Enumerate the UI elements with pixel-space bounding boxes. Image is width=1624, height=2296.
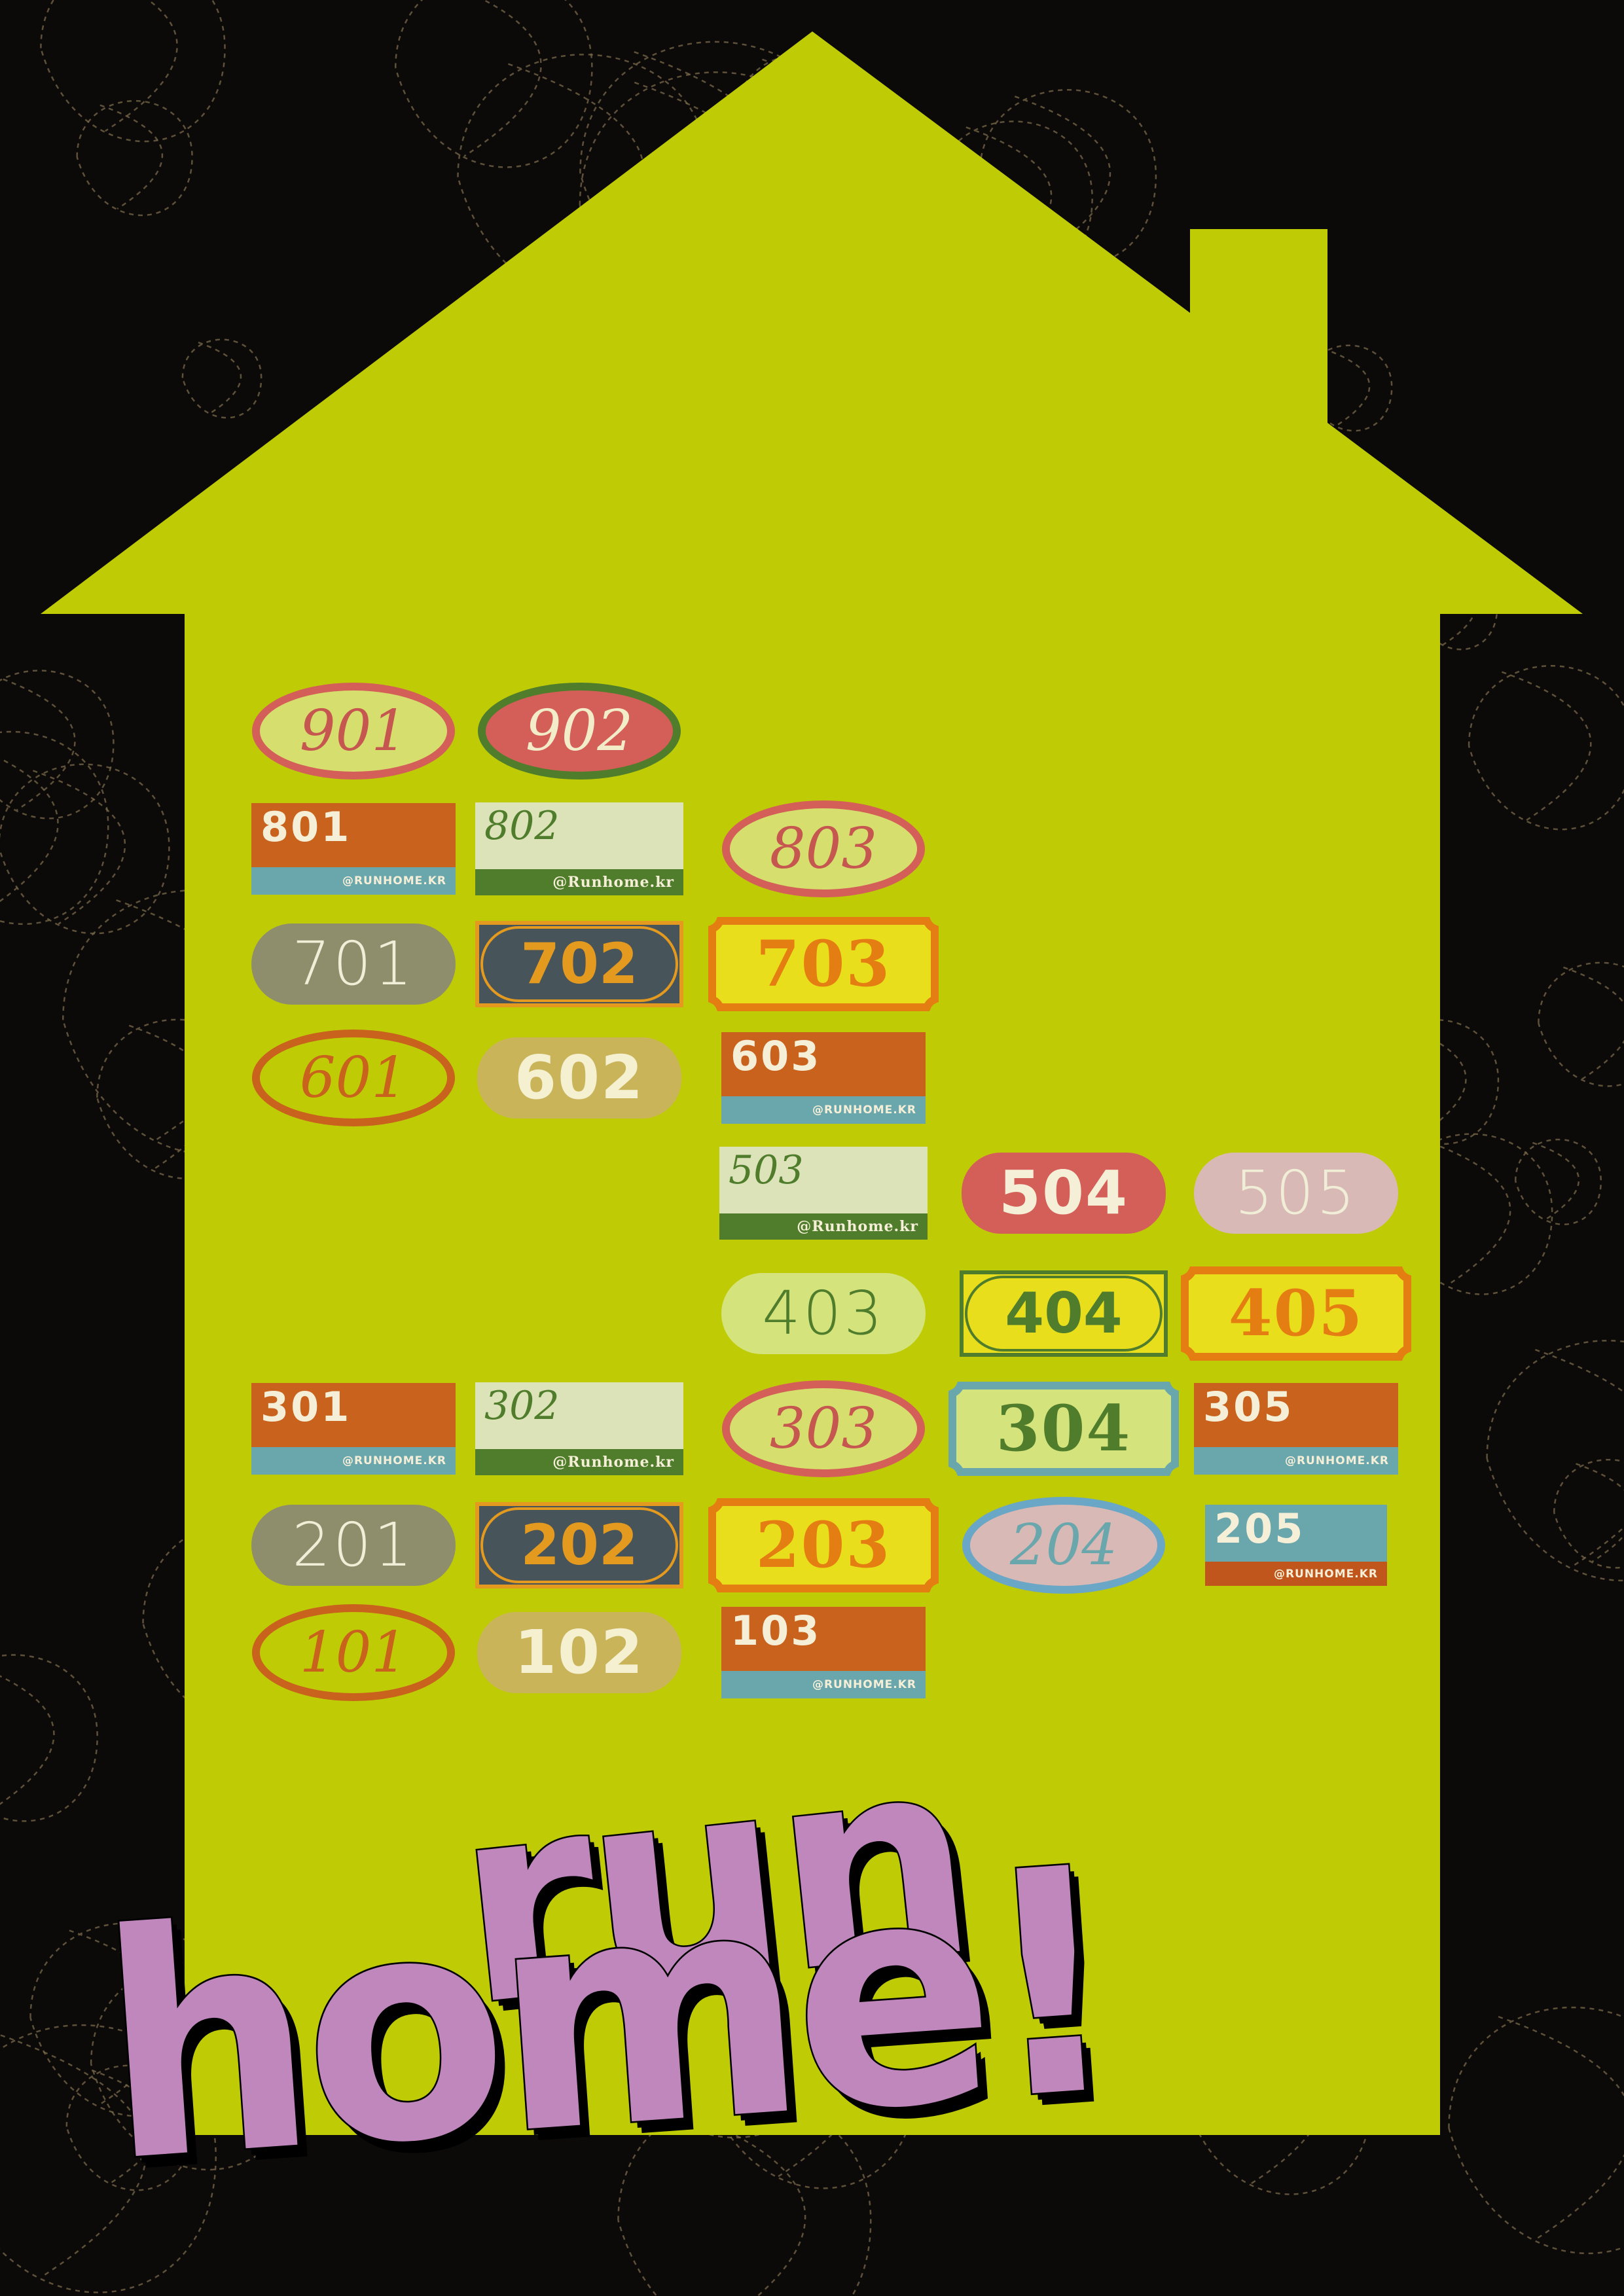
- unit-number: 202: [520, 1513, 638, 1578]
- frame-inner: 202: [483, 1510, 676, 1581]
- doodle-stroke: [76, 100, 193, 217]
- handle-text: @Runhome.kr: [552, 1454, 674, 1471]
- doodle-stroke: [1468, 665, 1624, 831]
- unit-number: 201: [292, 1510, 415, 1580]
- doodle-stroke: [1448, 2006, 1624, 2255]
- unit-plate-305: 305 @RUNHOME.KR: [1194, 1383, 1398, 1475]
- unit-plate-405: 405: [1178, 1264, 1414, 1363]
- unit-number: 301: [261, 1383, 352, 1431]
- unit-plate-503: 503 @Runhome.kr: [719, 1147, 928, 1240]
- unit-number: 802: [484, 803, 560, 849]
- handle-text: @RUNHOME.KR: [812, 1678, 916, 1691]
- unit-plate-101: 101: [252, 1604, 455, 1701]
- unit-number: 305: [1203, 1383, 1294, 1431]
- unit-number: 205: [1214, 1505, 1305, 1552]
- handle-text: @RUNHOME.KR: [342, 1454, 446, 1467]
- label-band: @RUNHOME.KR: [721, 1671, 926, 1698]
- unit-plate-201: 201: [251, 1505, 456, 1586]
- unit-number: 702: [520, 931, 638, 997]
- handle-text: @Runhome.kr: [797, 1218, 918, 1235]
- handle-text: @RUNHOME.KR: [1284, 1454, 1389, 1467]
- unit-plate-203: 203: [706, 1496, 941, 1595]
- unit-number: 803: [769, 816, 878, 882]
- unit-number: 102: [514, 1617, 645, 1687]
- unit-number: 204: [1009, 1513, 1118, 1578]
- handle-text: @RUNHOME.KR: [812, 1103, 916, 1117]
- doodle-stroke: [1553, 1458, 1624, 1569]
- unit-plate-801: 801 @RUNHOME.KR: [251, 803, 456, 895]
- unit-number: 504: [998, 1158, 1129, 1228]
- unit-number: 703: [755, 927, 892, 1001]
- doodle-stroke: [1514, 1138, 1602, 1225]
- unit-number: 403: [762, 1278, 885, 1348]
- doodle-stroke: [0, 1654, 98, 1822]
- unit-number: 801: [261, 803, 352, 851]
- unit-plate-505: 505: [1194, 1153, 1398, 1234]
- unit-number: 101: [299, 1620, 408, 1685]
- doodle-stroke: [0, 730, 109, 925]
- unit-number: 203: [755, 1508, 892, 1582]
- unit-plate-703: 703: [706, 914, 941, 1014]
- unit-plate-302: 302 @Runhome.kr: [475, 1382, 683, 1475]
- unit-plate-701: 701: [251, 924, 456, 1005]
- label-band: @RUNHOME.KR: [251, 867, 456, 895]
- unit-plate-205: 205 @RUNHOME.KR: [1205, 1505, 1387, 1586]
- unit-number: 304: [996, 1391, 1132, 1465]
- unit-plate-103: 103 @RUNHOME.KR: [721, 1607, 926, 1698]
- unit-number: 603: [731, 1032, 821, 1080]
- doodle-stroke: [1486, 1340, 1624, 1582]
- doodle-stroke: [394, 0, 593, 168]
- unit-plate-803: 803: [722, 800, 925, 897]
- label-band: @Runhome.kr: [475, 1449, 683, 1475]
- label-band: @Runhome.kr: [475, 869, 683, 895]
- unit-plate-601: 601: [252, 1030, 455, 1126]
- doodle-stroke: [0, 763, 170, 935]
- unit-number: 503: [729, 1147, 804, 1193]
- handle-text: @RUNHOME.KR: [1273, 1567, 1378, 1581]
- title-line-home: home!: [90, 1800, 1123, 2233]
- handle-text: @RUNHOME.KR: [342, 874, 446, 888]
- unit-plate-403: 403: [721, 1273, 926, 1354]
- unit-plate-102: 102: [477, 1612, 681, 1693]
- unit-number: 302: [484, 1383, 560, 1429]
- unit-plate-304: 304: [946, 1379, 1182, 1479]
- frame-inner: 404: [967, 1278, 1160, 1349]
- unit-plate-802: 802 @Runhome.kr: [475, 802, 683, 895]
- unit-plate-301: 301 @RUNHOME.KR: [251, 1383, 456, 1475]
- unit-number: 901: [299, 698, 408, 764]
- frame-inner: 702: [483, 929, 676, 999]
- doodle-stroke: [1538, 961, 1624, 1087]
- label-band: @Runhome.kr: [719, 1213, 928, 1240]
- label-band: @RUNHOME.KR: [251, 1447, 456, 1475]
- unit-plate-901: 901: [252, 683, 455, 780]
- unit-number: 303: [769, 1396, 878, 1462]
- unit-plate-902: 902: [478, 683, 681, 780]
- label-band: @RUNHOME.KR: [721, 1096, 926, 1124]
- unit-number: 902: [525, 698, 634, 764]
- unit-number: 602: [514, 1043, 645, 1113]
- unit-plate-504: 504: [962, 1153, 1166, 1234]
- unit-number: 103: [731, 1607, 821, 1655]
- unit-number: 404: [1005, 1281, 1123, 1346]
- doodle-stroke: [40, 0, 226, 143]
- unit-plate-702: 702: [475, 921, 683, 1007]
- unit-number: 505: [1235, 1158, 1358, 1228]
- unit-plate-204: 204: [962, 1497, 1165, 1594]
- unit-number: 405: [1228, 1276, 1364, 1350]
- unit-plate-202: 202: [475, 1502, 683, 1588]
- doodle-stroke: [181, 338, 262, 419]
- unit-number: 701: [292, 929, 415, 999]
- label-band: @RUNHOME.KR: [1194, 1447, 1398, 1475]
- doodle-stroke: [0, 670, 115, 819]
- unit-plate-603: 603 @RUNHOME.KR: [721, 1032, 926, 1124]
- unit-plate-303: 303: [722, 1380, 925, 1477]
- label-band: @RUNHOME.KR: [1205, 1562, 1387, 1586]
- unit-plate-404: 404: [960, 1270, 1168, 1357]
- unit-number: 601: [299, 1045, 408, 1111]
- poster: 901 902 801 @RUNHOME.KR 802 @Runhome.kr 80…: [0, 0, 1624, 2296]
- handle-text: @Runhome.kr: [552, 874, 674, 891]
- unit-plate-602: 602: [477, 1037, 681, 1119]
